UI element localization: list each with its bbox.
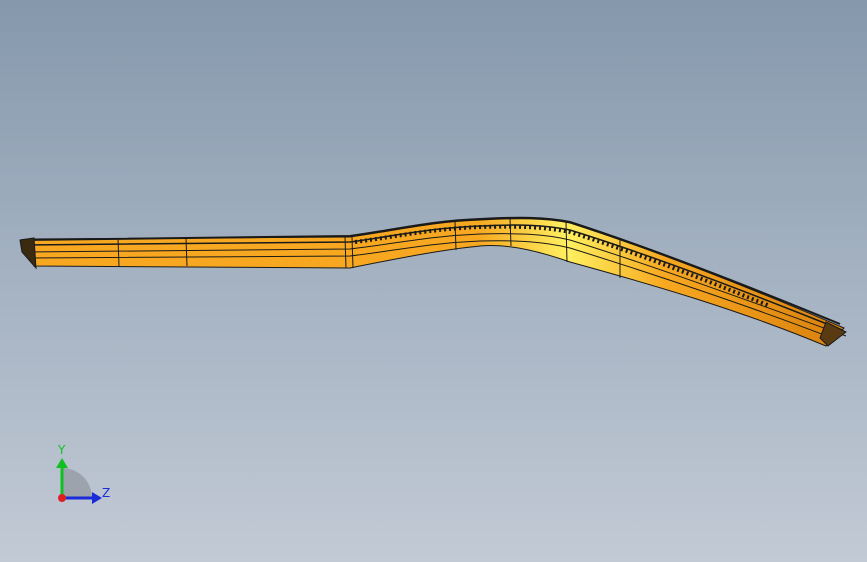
triad-x-origin	[58, 494, 66, 502]
triad-y-arrow	[56, 458, 68, 468]
triad-quadrant	[62, 468, 92, 498]
triad-y-label: Y	[58, 443, 66, 457]
3d-model-curved-rail[interactable]	[0, 0, 867, 562]
triad-z-arrow	[92, 492, 102, 504]
rail-left-end-flange	[19, 237, 37, 270]
graphics-viewport[interactable]: Y Z	[0, 0, 867, 562]
triad-z-label: Z	[102, 486, 111, 500]
